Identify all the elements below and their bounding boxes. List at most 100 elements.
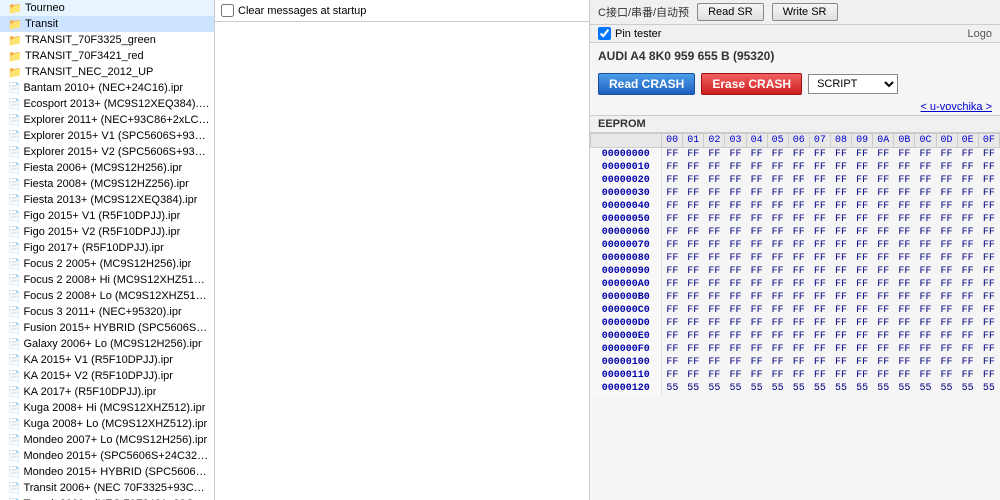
erase-crash-button[interactable]: Erase CRASH bbox=[701, 73, 802, 95]
eeprom-value: FF bbox=[725, 161, 746, 174]
tree-item[interactable]: 📄Fusion 2015+ HYBRID (SPC5606S+93C bbox=[0, 320, 214, 336]
file-tree[interactable]: 📁Tourneo📁Transit📁TRANSIT_70F3325_green📁T… bbox=[0, 0, 215, 500]
eeprom-value: FF bbox=[830, 161, 851, 174]
eeprom-value: FF bbox=[830, 291, 851, 304]
tree-item[interactable]: 📄KA 2017+ (R5F10DPJJ).ipr bbox=[0, 384, 214, 400]
tree-item-label: TRANSIT_70F3421_red bbox=[25, 50, 144, 62]
eeprom-value: FF bbox=[957, 343, 978, 356]
tree-item[interactable]: 📄Ecosport 2013+ (MC9S12XEQ384).ipr bbox=[0, 96, 214, 112]
eeprom-value: 55 bbox=[873, 382, 894, 395]
eeprom-value: FF bbox=[915, 356, 936, 369]
tree-item[interactable]: 📄Explorer 2015+ V1 (SPC5606S+93C86+ bbox=[0, 128, 214, 144]
eeprom-col-header: 02 bbox=[704, 134, 725, 148]
read-crash-button[interactable]: Read CRASH bbox=[598, 73, 695, 95]
eeprom-value: FF bbox=[873, 187, 894, 200]
tree-item[interactable]: 📄Explorer 2011+ (NEC+93C86+2xLCD).i bbox=[0, 112, 214, 128]
tree-item[interactable]: 📄Figo 2015+ V1 (R5F10DPJJ).ipr bbox=[0, 208, 214, 224]
eeprom-value: FF bbox=[704, 252, 725, 265]
tree-item-label: KA 2015+ V2 (R5F10DPJJ).ipr bbox=[23, 370, 173, 382]
eeprom-value: FF bbox=[683, 356, 704, 369]
eeprom-value: FF bbox=[788, 174, 809, 187]
tree-item[interactable]: 📄Fiesta 2006+ (MC9S12H256).ipr bbox=[0, 160, 214, 176]
tree-item[interactable]: 📁Tourneo bbox=[0, 0, 214, 16]
tree-item-label: Fusion 2015+ HYBRID (SPC5606S+93C bbox=[23, 322, 210, 334]
tree-item[interactable]: 📄Kuga 2008+ Lo (MC9S12XHZ512).ipr bbox=[0, 416, 214, 432]
clear-messages-label[interactable]: Clear messages at startup bbox=[221, 4, 366, 17]
tree-item[interactable]: 📁TRANSIT_70F3421_red bbox=[0, 48, 214, 64]
tree-item-label: Focus 3 2011+ (NEC+95320).ipr bbox=[23, 306, 181, 318]
eeprom-col-header: 05 bbox=[767, 134, 788, 148]
eeprom-row: 000000F0FFFFFFFFFFFFFFFFFFFFFFFFFFFFFFFF bbox=[591, 343, 1000, 356]
tree-item[interactable]: 📄Fiesta 2013+ (MC9S12XEQ384).ipr bbox=[0, 192, 214, 208]
eeprom-value: FF bbox=[936, 304, 957, 317]
tree-item[interactable]: 📄Bantam 2010+ (NEC+24C16).ipr bbox=[0, 80, 214, 96]
eeprom-value: FF bbox=[852, 304, 873, 317]
tree-item-label: TRANSIT_NEC_2012_UP bbox=[25, 66, 153, 78]
eeprom-value: 55 bbox=[894, 382, 915, 395]
eeprom-table: 000102030405060708090A0B0C0D0E0F00000000… bbox=[590, 133, 1000, 395]
tree-item[interactable]: 📄Mondeo 2007+ Lo (MC9S12H256).ipr bbox=[0, 432, 214, 448]
pin-tester-label[interactable]: Pin tester bbox=[615, 28, 661, 40]
file-icon: 📄 bbox=[8, 483, 20, 494]
eeprom-value: FF bbox=[830, 187, 851, 200]
eeprom-value: FF bbox=[704, 291, 725, 304]
pin-tester-checkbox[interactable] bbox=[598, 27, 611, 40]
eeprom-value: FF bbox=[809, 187, 830, 200]
tree-item[interactable]: 📄Focus 3 2011+ (NEC+95320).ipr bbox=[0, 304, 214, 320]
tree-item[interactable]: 📄Mondeo 2015+ (SPC5606S+24C32) Vi: bbox=[0, 448, 214, 464]
tree-item[interactable]: 📄KA 2015+ V2 (R5F10DPJJ).ipr bbox=[0, 368, 214, 384]
eeprom-value: FF bbox=[809, 291, 830, 304]
tree-item[interactable]: 📄Fiesta 2008+ (MC9S12HZ256).ipr bbox=[0, 176, 214, 192]
tree-item[interactable]: 📄Figo 2015+ V2 (R5F10DPJJ).ipr bbox=[0, 224, 214, 240]
eeprom-value: FF bbox=[704, 200, 725, 213]
logo-label: Logo bbox=[968, 28, 992, 40]
tree-item[interactable]: 📄Transit 2009+ (NEC 70F3421+93C76).i bbox=[0, 496, 214, 500]
tree-item[interactable]: 📄Focus 2 2005+ (MC9S12H256).ipr bbox=[0, 256, 214, 272]
eeprom-value: FF bbox=[662, 356, 683, 369]
tree-item[interactable]: 📄Focus 2 2008+ Lo (MC9S12XHZ512).ipr bbox=[0, 288, 214, 304]
eeprom-value: FF bbox=[683, 239, 704, 252]
tree-item[interactable]: 📁TRANSIT_70F3325_green bbox=[0, 32, 214, 48]
clear-messages-checkbox[interactable] bbox=[221, 4, 234, 17]
tree-item[interactable]: 📄Explorer 2015+ V2 (SPC5606S+93C86+ bbox=[0, 144, 214, 160]
eeprom-value: FF bbox=[915, 187, 936, 200]
eeprom-value: FF bbox=[852, 200, 873, 213]
eeprom-value: FF bbox=[852, 213, 873, 226]
eeprom-value: FF bbox=[936, 278, 957, 291]
eeprom-value: FF bbox=[788, 278, 809, 291]
read-sr-button[interactable]: Read SR bbox=[697, 3, 764, 21]
eeprom-value: FF bbox=[746, 304, 767, 317]
eeprom-row: 0000012055555555555555555555555555555555 bbox=[591, 382, 1000, 395]
tree-item[interactable]: 📄Figo 2017+ (R5F10DPJJ).ipr bbox=[0, 240, 214, 256]
eeprom-value: FF bbox=[852, 265, 873, 278]
eeprom-value: FF bbox=[767, 161, 788, 174]
eeprom-value: FF bbox=[662, 148, 683, 162]
write-sr-button[interactable]: Write SR bbox=[772, 3, 838, 21]
eeprom-value: FF bbox=[725, 200, 746, 213]
eeprom-value: FF bbox=[662, 252, 683, 265]
file-icon: 📄 bbox=[8, 131, 20, 142]
script-dropdown[interactable]: SCRIPT bbox=[808, 74, 898, 94]
eeprom-value: FF bbox=[957, 356, 978, 369]
eeprom-value: FF bbox=[936, 356, 957, 369]
tree-item[interactable]: 📄KA 2015+ V1 (R5F10DPJJ).ipr bbox=[0, 352, 214, 368]
tree-item[interactable]: 📄Transit 2006+ (NEC 70F3325+93C76).i bbox=[0, 480, 214, 496]
tree-item[interactable]: 📄Focus 2 2008+ Hi (MC9S12XHZ512).ipr bbox=[0, 272, 214, 288]
eeprom-value: FF bbox=[894, 239, 915, 252]
eeprom-value: 55 bbox=[767, 382, 788, 395]
u-vovchika-link[interactable]: < u-vovchika > bbox=[590, 99, 1000, 115]
eeprom-value: FF bbox=[788, 265, 809, 278]
tree-item[interactable]: 📄Galaxy 2006+ Lo (MC9S12H256).ipr bbox=[0, 336, 214, 352]
eeprom-row: 000000D0FFFFFFFFFFFFFFFFFFFFFFFFFFFFFFFF bbox=[591, 317, 1000, 330]
eeprom-value: FF bbox=[683, 161, 704, 174]
messages-panel: Clear messages at startup bbox=[215, 0, 590, 500]
eeprom-table-wrapper[interactable]: 000102030405060708090A0B0C0D0E0F00000000… bbox=[590, 133, 1000, 500]
tree-item[interactable]: 📄Mondeo 2015+ HYBRID (SPC5606S+9 bbox=[0, 464, 214, 480]
tree-item[interactable]: 📁Transit bbox=[0, 16, 214, 32]
tree-item[interactable]: 📁TRANSIT_NEC_2012_UP bbox=[0, 64, 214, 80]
eeprom-value: FF bbox=[894, 304, 915, 317]
tree-item[interactable]: 📄Kuga 2008+ Hi (MC9S12XHZ512).ipr bbox=[0, 400, 214, 416]
eeprom-value: FF bbox=[767, 343, 788, 356]
eeprom-value: FF bbox=[936, 265, 957, 278]
eeprom-value: FF bbox=[915, 304, 936, 317]
